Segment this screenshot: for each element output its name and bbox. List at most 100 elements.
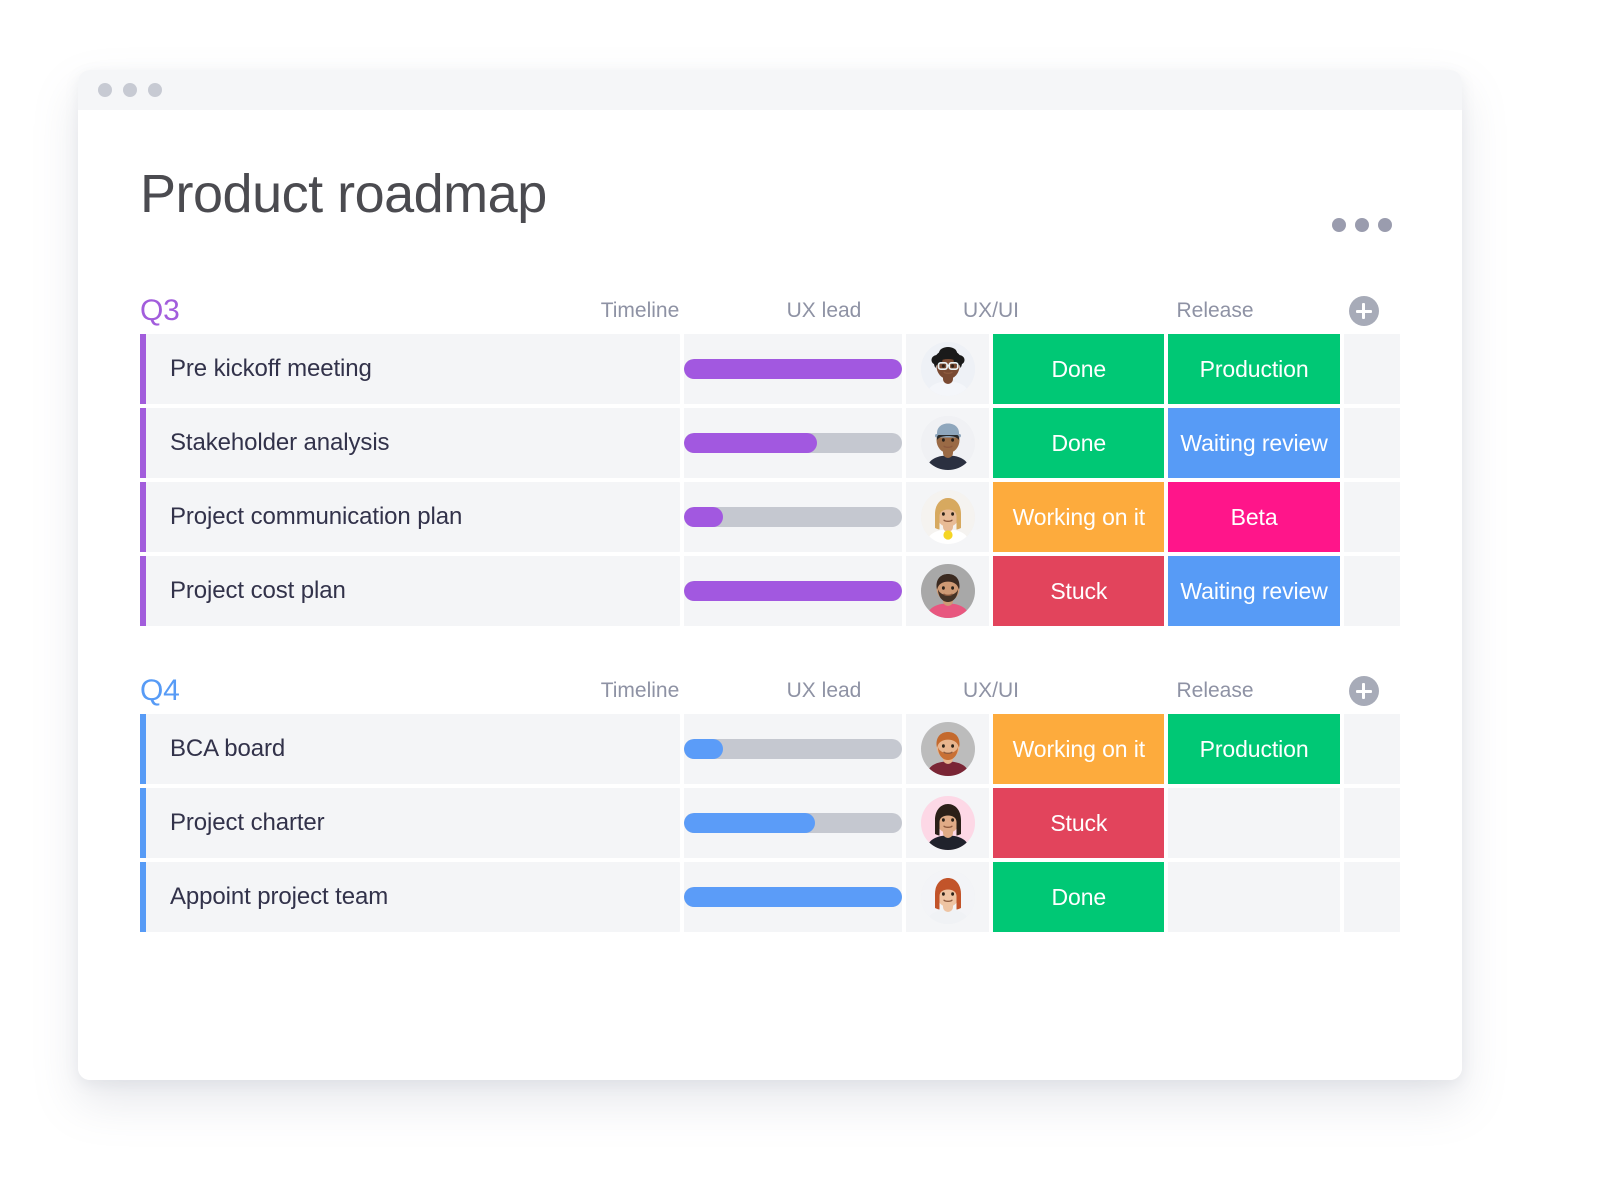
task-name-cell[interactable]: Appoint project team — [140, 862, 680, 932]
ux-lead-cell[interactable] — [906, 862, 989, 932]
progress-bar-track — [684, 813, 902, 833]
column-header-ux-ui[interactable]: UX/UI — [879, 679, 1103, 703]
ux-lead-cell[interactable] — [906, 714, 989, 784]
maximize-dot-icon[interactable] — [148, 83, 162, 97]
task-name-cell[interactable]: Project cost plan — [140, 556, 680, 626]
empty-trailing-cell[interactable] — [1344, 788, 1400, 858]
ux-lead-cell[interactable] — [906, 482, 989, 552]
progress-bar-track — [684, 359, 902, 379]
timeline-cell[interactable] — [684, 862, 902, 932]
add-column-cell — [1327, 296, 1400, 326]
groups-container: Q3TimelineUX leadUX/UIReleasePre kickoff… — [140, 288, 1400, 932]
task-name-cell[interactable]: Stakeholder analysis — [140, 408, 680, 478]
table-row[interactable]: Appoint project team Done — [140, 862, 1400, 932]
table-row[interactable]: Project communication plan Working on it B… — [140, 482, 1400, 552]
task-name-cell[interactable]: Project communication plan — [140, 482, 680, 552]
ux-ui-status-cell[interactable]: Working on it — [993, 714, 1164, 784]
column-header-timeline[interactable]: Timeline — [511, 679, 769, 703]
task-name-cell[interactable]: Pre kickoff meeting — [140, 334, 680, 404]
release-badge: Waiting review — [1180, 430, 1327, 457]
task-name-label: Project cost plan — [146, 577, 346, 605]
column-header-ux-lead[interactable]: UX lead — [769, 299, 879, 323]
release-status-cell[interactable]: Waiting review — [1168, 408, 1339, 478]
table-row[interactable]: Pre kickoff meeting Done Production — [140, 334, 1400, 404]
empty-trailing-cell[interactable] — [1344, 482, 1400, 552]
column-headers: TimelineUX leadUX/UIRelease — [511, 296, 1400, 326]
plus-icon[interactable] — [1349, 676, 1379, 706]
avatar-man-cap[interactable] — [921, 416, 975, 470]
avatar-man-beard[interactable] — [921, 564, 975, 618]
close-dot-icon[interactable] — [98, 83, 112, 97]
avatar-man-ginger[interactable] — [921, 722, 975, 776]
avatar-woman-glasses[interactable] — [921, 342, 975, 396]
ux-lead-cell[interactable] — [906, 788, 989, 858]
progress-bar-fill — [684, 433, 817, 453]
timeline-cell[interactable] — [684, 788, 902, 858]
column-header-ux-ui[interactable]: UX/UI — [879, 299, 1103, 323]
table-row[interactable]: Project charter Stuck — [140, 788, 1400, 858]
empty-trailing-cell[interactable] — [1344, 556, 1400, 626]
release-badge: Production — [1200, 736, 1309, 763]
table-row[interactable]: BCA board Working on it Production — [140, 714, 1400, 784]
kebab-menu-icon[interactable] — [1332, 166, 1400, 232]
empty-trailing-cell[interactable] — [1344, 334, 1400, 404]
timeline-cell[interactable] — [684, 482, 902, 552]
minimize-dot-icon[interactable] — [123, 83, 137, 97]
release-status-cell[interactable]: Beta — [1168, 482, 1339, 552]
status-badge: Working on it — [1013, 504, 1146, 531]
ux-ui-status-cell[interactable]: Done — [993, 408, 1164, 478]
ux-lead-cell[interactable] — [906, 408, 989, 478]
group-title[interactable]: Q4 — [140, 674, 180, 708]
task-name-label: Stakeholder analysis — [146, 429, 389, 457]
board-content: Product roadmap Q3TimelineUX leadUX/UIRe… — [78, 110, 1462, 1080]
ux-lead-cell[interactable] — [906, 556, 989, 626]
release-status-cell[interactable]: Production — [1168, 334, 1339, 404]
column-header-ux-lead[interactable]: UX lead — [769, 679, 879, 703]
column-header-release[interactable]: Release — [1103, 679, 1327, 703]
status-badge: Done — [1052, 356, 1107, 383]
group-rows: Pre kickoff meeting Done Production Stakeho… — [140, 334, 1400, 626]
ux-ui-status-cell[interactable]: Working on it — [993, 482, 1164, 552]
task-name-cell[interactable]: BCA board — [140, 714, 680, 784]
empty-trailing-cell[interactable] — [1344, 714, 1400, 784]
empty-trailing-cell[interactable] — [1344, 408, 1400, 478]
task-name-label: Appoint project team — [146, 883, 388, 911]
timeline-cell[interactable] — [684, 714, 902, 784]
progress-bar-fill — [684, 887, 902, 907]
ux-ui-status-cell[interactable]: Done — [993, 334, 1164, 404]
ux-ui-status-cell[interactable]: Done — [993, 862, 1164, 932]
plus-icon[interactable] — [1349, 296, 1379, 326]
progress-bar-track — [684, 581, 902, 601]
release-status-cell[interactable] — [1168, 862, 1339, 932]
release-status-cell[interactable]: Waiting review — [1168, 556, 1339, 626]
table-row[interactable]: Stakeholder analysis Done Waiting review — [140, 408, 1400, 478]
column-header-release[interactable]: Release — [1103, 299, 1327, 323]
ux-lead-cell[interactable] — [906, 334, 989, 404]
kebab-dot-1-icon — [1332, 218, 1346, 232]
timeline-cell[interactable] — [684, 556, 902, 626]
group-header-q3: Q3 TimelineUX leadUX/UIRelease — [140, 288, 1400, 334]
release-badge: Production — [1200, 356, 1309, 383]
task-name-label: Project charter — [146, 809, 325, 837]
timeline-cell[interactable] — [684, 408, 902, 478]
avatar-woman-blonde[interactable] — [921, 490, 975, 544]
board-header: Product roadmap — [140, 110, 1400, 232]
empty-trailing-cell[interactable] — [1344, 862, 1400, 932]
release-status-cell[interactable] — [1168, 788, 1339, 858]
table-row[interactable]: Project cost plan Stuck Waiting review — [140, 556, 1400, 626]
group-title[interactable]: Q3 — [140, 294, 180, 328]
column-header-timeline[interactable]: Timeline — [511, 299, 769, 323]
release-status-cell[interactable]: Production — [1168, 714, 1339, 784]
task-name-cell[interactable]: Project charter — [140, 788, 680, 858]
release-badge: Waiting review — [1180, 578, 1327, 605]
avatar-woman-dark-hair[interactable] — [921, 796, 975, 850]
group-q3: Q3 TimelineUX leadUX/UIRelease Pre kickoff… — [140, 288, 1400, 626]
ux-ui-status-cell[interactable]: Stuck — [993, 788, 1164, 858]
group-header-q4: Q4 TimelineUX leadUX/UIRelease — [140, 668, 1400, 714]
progress-bar-fill — [684, 739, 723, 759]
group-rows: BCA board Working on it Production Project … — [140, 714, 1400, 932]
timeline-cell[interactable] — [684, 334, 902, 404]
task-name-label: Project communication plan — [146, 503, 462, 531]
ux-ui-status-cell[interactable]: Stuck — [993, 556, 1164, 626]
avatar-woman-red-hair[interactable] — [921, 870, 975, 924]
